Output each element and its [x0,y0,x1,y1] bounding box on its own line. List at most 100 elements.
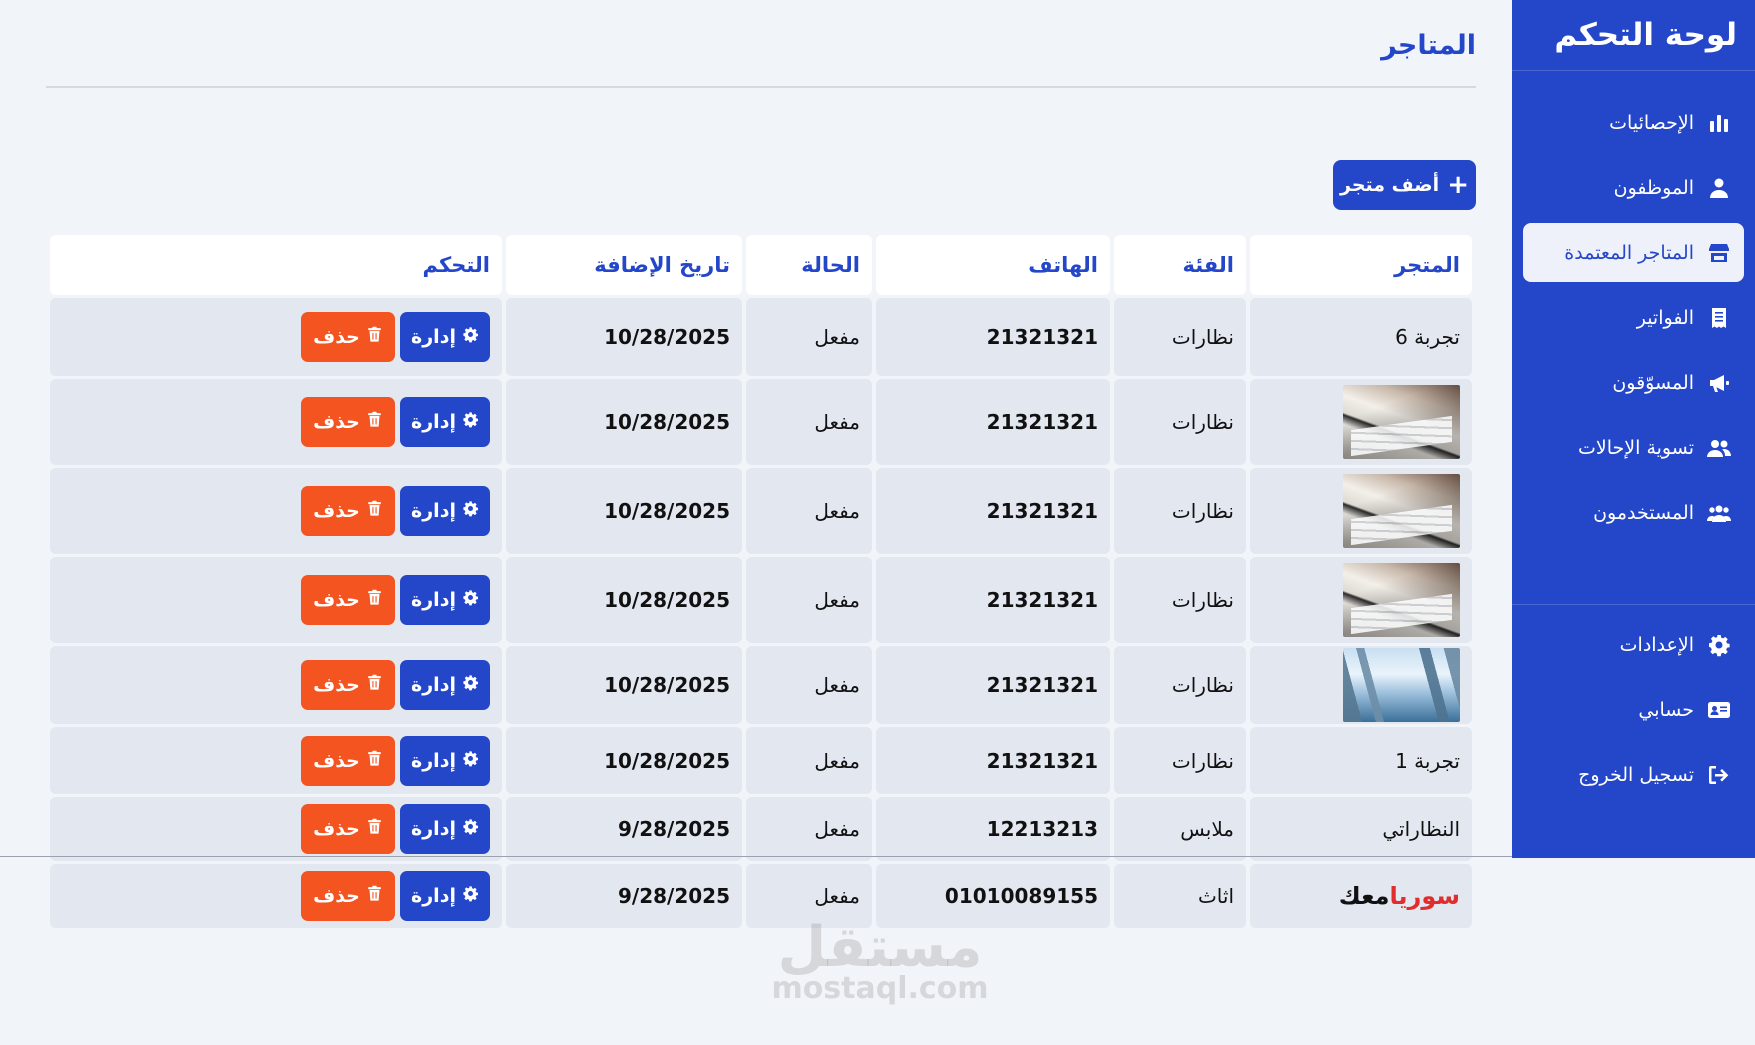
cell-category: اثاث [1114,864,1246,928]
sidebar-item-label: الموظفون [1613,176,1694,199]
cell-phone: 21321321 [876,298,1110,376]
delete-button[interactable]: حذف [301,660,395,710]
cell-category: نظارات [1114,298,1246,376]
delete-label: حذف [313,749,360,772]
sidebar-item-label: تسوية الإحالات [1578,436,1694,459]
delete-button[interactable]: حذف [301,871,395,921]
cell-date: 10/28/2025 [506,557,742,643]
store-icon [1706,240,1732,266]
sidebar-item-invoices[interactable]: الفواتير [1523,288,1744,347]
cell-store: تجربة 6 [1250,298,1472,376]
cell-date: 10/28/2025 [506,379,742,465]
table-row: تجربة 6 نظارات 21321321 مفعل 10/28/2025 إدارة… [50,298,1472,376]
sidebar-item-statistics[interactable]: الإحصائيات [1523,93,1744,152]
sidebar-item-approved-stores[interactable]: المتاجر المعتمدة [1523,223,1744,282]
cell-phone: 21321321 [876,646,1110,724]
column-header-category: الفئة [1114,235,1246,295]
manage-button[interactable]: إدارة [400,486,490,536]
cell-store: تجربة 1 [1250,727,1472,794]
store-image [1343,474,1460,548]
column-header-actions: التحكم [50,235,502,295]
trash-icon [366,885,383,907]
table-row: النظاراتي ملابس 12213213 مفعل 9/28/2025 إدارة… [50,797,1472,861]
manage-button[interactable]: إدارة [400,660,490,710]
manage-label: إدارة [411,749,456,772]
manage-button[interactable]: إدارة [400,312,490,362]
cell-status: مفعل [746,646,872,724]
sidebar-item-my-account[interactable]: حسابي [1523,680,1744,739]
store-image [1343,385,1460,459]
gear-icon [462,750,479,772]
cell-category: نظارات [1114,468,1246,554]
cell-category: نظارات [1114,379,1246,465]
table-body: تجربة 6 نظارات 21321321 مفعل 10/28/2025 إدارة… [50,298,1472,928]
cell-status: مفعل [746,727,872,794]
sidebar-item-referral-settlement[interactable]: تسوية الإحالات [1523,418,1744,477]
cell-date: 9/28/2025 [506,797,742,861]
sidebar-item-employees[interactable]: الموظفون [1523,158,1744,217]
receipt-icon [1706,305,1732,331]
gear-icon [462,589,479,611]
trash-icon [366,500,383,522]
column-header-store: المتجر [1250,235,1472,295]
users-group-icon [1706,500,1732,526]
cell-date: 10/28/2025 [506,646,742,724]
users-icon [1706,435,1732,461]
table-row: نظارات 21321321 مفعل 10/28/2025 إدارة حذف [50,379,1472,465]
cell-date: 10/28/2025 [506,468,742,554]
table-row: سوريامعك اثاث 01010089155 مفعل 9/28/2025 إدار… [50,864,1472,928]
table-row: نظارات 21321321 مفعل 10/28/2025 إدارة حذف [50,468,1472,554]
manage-button[interactable]: إدارة [400,804,490,854]
table-row: نظارات 21321321 مفعل 10/28/2025 إدارة حذف [50,557,1472,643]
sidebar-item-logout[interactable]: تسجيل الخروج [1523,745,1744,804]
delete-label: حذف [313,411,360,433]
store-image [1343,648,1460,722]
trash-icon [366,750,383,772]
manage-button[interactable]: إدارة [400,397,490,447]
manage-label: إدارة [411,885,456,907]
cell-store [1250,379,1472,465]
delete-label: حذف [313,500,360,522]
table-header-row: المتجر الفئة الهاتف الحالة تاريخ الإضافة… [50,235,1472,295]
delete-label: حذف [313,885,360,907]
sidebar: لوحة التحكم الإحصائيات الموظفون المتاجر … [1512,0,1755,858]
add-store-button[interactable]: + أضف متجر [1333,160,1476,210]
column-header-date: تاريخ الإضافة [506,235,742,295]
cell-actions: إدارة حذف [50,646,502,724]
delete-button[interactable]: حذف [301,575,395,625]
manage-button[interactable]: إدارة [400,575,490,625]
cell-status: مفعل [746,797,872,861]
manage-button[interactable]: إدارة [400,735,490,786]
delete-button[interactable]: حذف [301,312,395,362]
manage-label: إدارة [411,674,456,696]
table-row: نظارات 21321321 مفعل 10/28/2025 إدارة حذف [50,646,1472,724]
store-logo: سوريامعك [1338,882,1460,910]
cell-status: مفعل [746,468,872,554]
cell-phone: 21321321 [876,379,1110,465]
delete-button[interactable]: حذف [301,397,395,447]
id-card-icon [1706,697,1732,723]
sidebar-item-label: المستخدمون [1593,501,1694,524]
sidebar-item-users[interactable]: المستخدمون [1523,483,1744,542]
trash-icon [366,674,383,696]
sidebar-item-marketers[interactable]: المسوّقون [1523,353,1744,412]
cell-status: مفعل [746,379,872,465]
cell-actions: إدارة حذف [50,797,502,861]
cell-date: 10/28/2025 [506,727,742,794]
sidebar-nav: الإحصائيات الموظفون المتاجر المعتمدة الف… [1512,71,1755,804]
table-row: تجربة 1 نظارات 21321321 مفعل 10/28/2025 إدارة… [50,727,1472,794]
cell-store [1250,468,1472,554]
gear-icon [462,326,479,348]
column-header-status: الحالة [746,235,872,295]
manage-label: إدارة [411,500,456,522]
delete-button[interactable]: حذف [301,486,395,536]
delete-button[interactable]: حذف [301,804,395,854]
manage-button[interactable]: إدارة [400,871,490,921]
sidebar-item-settings[interactable]: الإعدادات [1523,615,1744,674]
cell-status: مفعل [746,557,872,643]
sidebar-item-label: الإعدادات [1619,633,1694,656]
cell-phone: 21321321 [876,727,1110,794]
delete-button[interactable]: حذف [301,735,395,786]
title-divider [46,86,1476,88]
watermark: مستقل mostaql.com [770,920,990,1004]
